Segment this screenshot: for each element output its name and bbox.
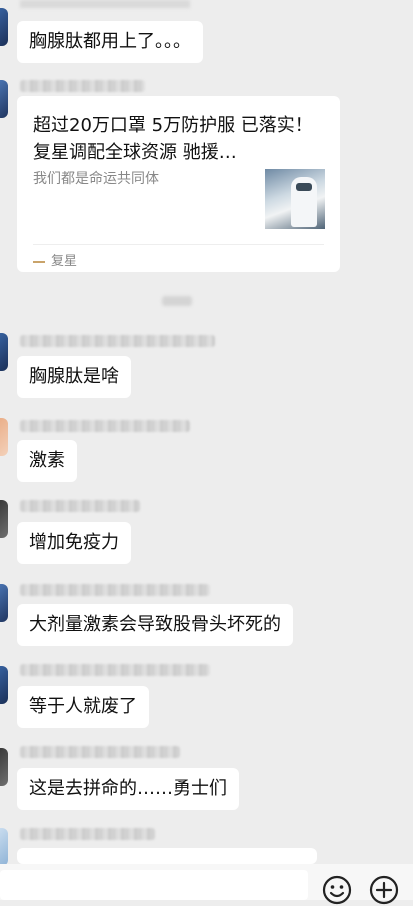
avatar[interactable] [0, 584, 8, 622]
avatar[interactable] [0, 828, 8, 866]
message-bubble[interactable]: 等于人就废了 [17, 686, 149, 728]
sender-name [20, 335, 215, 347]
avatar[interactable] [0, 666, 8, 704]
message-text: 这是去拼命的……勇士们 [29, 778, 227, 799]
sender-name [20, 664, 210, 676]
card-source-name: 复星 [51, 254, 78, 269]
source-logo-icon [33, 260, 45, 263]
sender-name [20, 420, 190, 432]
avatar[interactable] [0, 80, 8, 118]
card-title: 超过20万口罩 5万防护服 已落实！复星调配全球资源 驰援… [33, 115, 313, 163]
link-card[interactable]: 超过20万口罩 5万防护服 已落实！复星调配全球资源 驰援… 我们都是命运共同体… [17, 96, 340, 272]
message-text: 大剂量激素会导致股骨头坏死的 [29, 614, 281, 635]
message-bubble[interactable]: 胸腺肽都用上了。。。 [17, 21, 203, 63]
message-text: 胸腺肽是啥 [29, 366, 119, 387]
message-bubble[interactable]: 胸腺肽是啥 [17, 356, 131, 398]
message-bubble[interactable]: 激素 [17, 440, 77, 482]
sender-name [20, 828, 155, 840]
message-text: 等于人就废了 [29, 696, 137, 717]
message-bubble[interactable] [17, 848, 317, 864]
emoji-icon[interactable] [321, 874, 353, 906]
card-thumbnail [265, 169, 325, 229]
message-bubble[interactable]: 大剂量激素会导致股骨头坏死的 [17, 604, 293, 646]
message-input[interactable] [0, 870, 308, 900]
sender-name [20, 584, 210, 596]
message-text: 胸腺肽都用上了。。。 [29, 31, 191, 52]
avatar[interactable] [0, 500, 8, 538]
card-divider [33, 244, 324, 245]
card-source: 复星 [33, 250, 77, 269]
timestamp [162, 296, 192, 306]
blurred-header [20, 0, 190, 8]
sender-name [20, 80, 145, 92]
avatar[interactable] [0, 333, 8, 371]
message-bubble[interactable]: 这是去拼命的……勇士们 [17, 768, 239, 810]
card-description: 我们都是命运共同体 [33, 171, 159, 187]
avatar[interactable] [0, 418, 8, 456]
sender-name [20, 500, 140, 512]
avatar[interactable] [0, 748, 8, 786]
avatar[interactable] [0, 8, 8, 46]
message-text: 增加免疫力 [29, 532, 119, 553]
message-text: 激素 [29, 450, 65, 471]
message-bubble[interactable]: 增加免疫力 [17, 522, 131, 564]
sender-name [20, 746, 180, 758]
plus-icon[interactable] [368, 874, 400, 906]
